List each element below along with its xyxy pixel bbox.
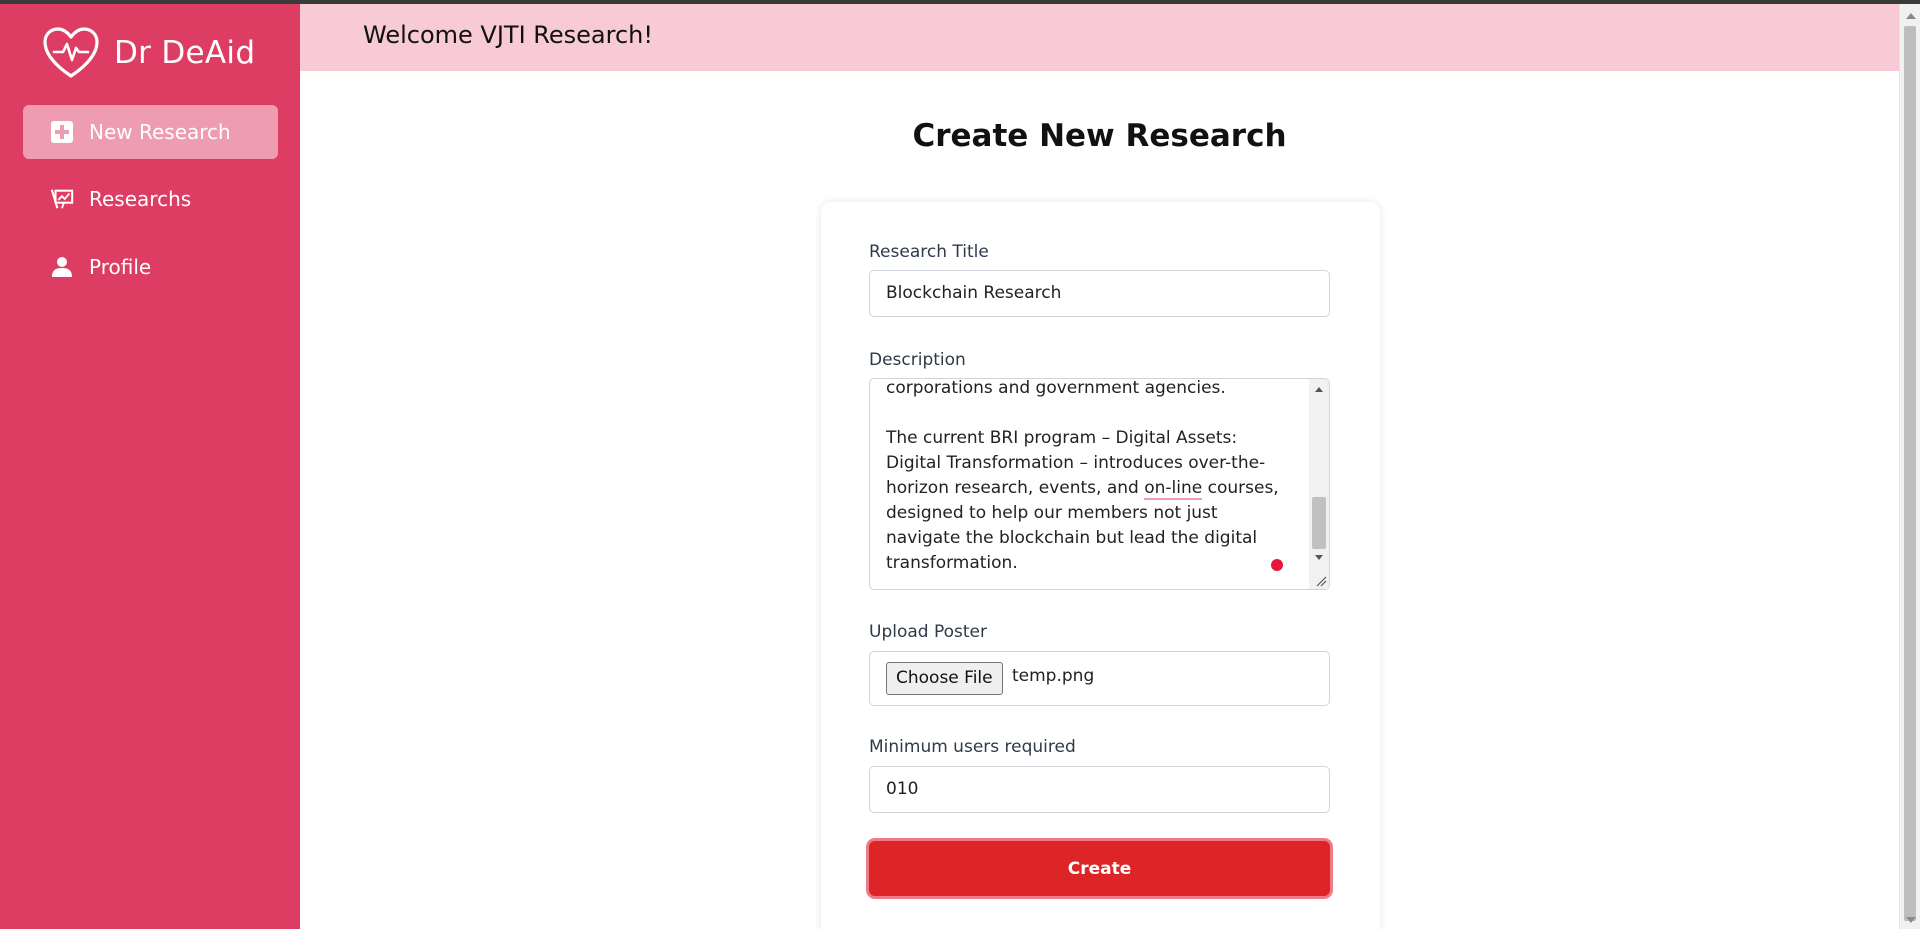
page-title: Create New Research xyxy=(912,118,1287,154)
sidebar-item-new-research[interactable]: New Research xyxy=(23,105,278,159)
sidebar-item-label: Profile xyxy=(89,255,152,279)
research-title-label: Research Title xyxy=(869,242,989,262)
minimum-users-label: Minimum users required xyxy=(869,737,1076,757)
grammar-indicator-dot[interactable] xyxy=(1271,559,1283,571)
user-icon xyxy=(50,255,74,279)
upload-poster-label: Upload Poster xyxy=(869,622,987,642)
description-text: horizon research, events, and on-line co… xyxy=(886,478,1279,500)
presentation-chart-icon xyxy=(50,187,74,211)
create-research-form: Research Title Blockchain Research Descr… xyxy=(821,202,1380,929)
description-text-segment: courses, xyxy=(1202,478,1279,498)
plus-square-icon xyxy=(50,120,74,144)
description-text-segment: horizon research, events, and xyxy=(886,478,1145,498)
description-text: navigate the blockchain but lead the dig… xyxy=(886,528,1258,548)
scroll-down-arrow-icon[interactable] xyxy=(1315,555,1323,560)
poster-file-input[interactable]: Choose File temp.png xyxy=(869,651,1330,706)
textarea-scrollbar[interactable] xyxy=(1309,379,1329,589)
resize-grip-icon[interactable] xyxy=(1315,575,1327,587)
scroll-up-arrow-icon[interactable] xyxy=(1315,387,1323,392)
research-title-input[interactable]: Blockchain Research xyxy=(869,270,1330,317)
description-text: corporations and government agencies. xyxy=(886,378,1226,398)
scroll-down-arrow-icon[interactable] xyxy=(1906,917,1916,923)
sidebar-item-profile[interactable]: Profile xyxy=(23,240,278,294)
description-text: designed to help our members not just xyxy=(886,503,1218,523)
description-text: transformation. xyxy=(886,553,1018,573)
welcome-message: Welcome VJTI Research! xyxy=(363,21,653,49)
sidebar-item-label: Researchs xyxy=(89,187,192,211)
brand-logo[interactable]: Dr DeAid xyxy=(42,26,255,80)
scroll-up-arrow-icon[interactable] xyxy=(1906,13,1916,19)
selected-file-name: temp.png xyxy=(1012,666,1095,686)
page-scrollbar[interactable] xyxy=(1899,4,1920,929)
choose-file-button[interactable]: Choose File xyxy=(886,662,1003,695)
scrollbar-thumb[interactable] xyxy=(1312,497,1326,549)
sidebar-item-label: New Research xyxy=(89,120,231,144)
description-textarea[interactable]: corporations and government agencies. Th… xyxy=(869,378,1330,590)
description-label: Description xyxy=(869,350,966,370)
sidebar-item-researchs[interactable]: Researchs xyxy=(23,172,278,226)
top-header: Welcome VJTI Research! xyxy=(300,4,1899,71)
brand-name: Dr DeAid xyxy=(114,35,256,71)
heart-pulse-icon xyxy=(43,27,99,78)
description-text: The current BRI program – Digital Assets… xyxy=(886,428,1238,448)
create-button[interactable]: Create xyxy=(869,841,1330,896)
scrollbar-thumb[interactable] xyxy=(1904,26,1916,921)
minimum-users-input[interactable]: 010 xyxy=(869,766,1330,813)
spellcheck-underlined-word: on-line xyxy=(1144,478,1203,500)
sidebar: Dr DeAid New Research Researchs Profile xyxy=(0,4,300,929)
description-text: Digital Transformation – introduces over… xyxy=(886,453,1266,473)
